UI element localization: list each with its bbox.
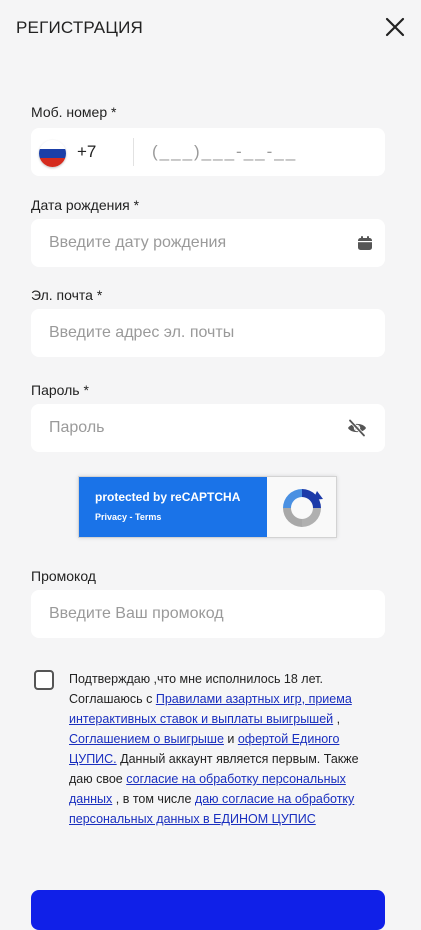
promo-field: [31, 590, 385, 638]
email-label: Эл. почта *: [31, 287, 103, 303]
birthdate-input[interactable]: [49, 219, 339, 267]
russia-flag-icon[interactable]: [39, 140, 66, 167]
promo-label: Промокод: [31, 568, 96, 584]
password-label: Пароль *: [31, 382, 89, 398]
winnings-agreement-link[interactable]: Соглашением о выигрыше: [69, 732, 224, 746]
recaptcha-badge[interactable]: protected by reCAPTCHA Privacy - Terms: [78, 476, 337, 538]
recaptcha-logo-icon: [283, 489, 323, 527]
page-title: РЕГИСТРАЦИЯ: [16, 18, 144, 37]
recaptcha-separator: -: [127, 512, 136, 522]
header: РЕГИСТРАЦИЯ: [0, 0, 421, 54]
calendar-icon[interactable]: [357, 235, 373, 251]
phone-input[interactable]: [152, 128, 372, 176]
submit-button[interactable]: [31, 890, 385, 930]
recaptcha-terms-link[interactable]: Terms: [135, 512, 161, 522]
promo-input[interactable]: [49, 590, 339, 638]
close-icon[interactable]: [384, 16, 406, 38]
birthdate-field: [31, 219, 385, 267]
recaptcha-privacy-link[interactable]: Privacy: [95, 512, 127, 522]
consent-checkbox[interactable]: [34, 670, 54, 690]
phone-field: +7: [31, 128, 385, 176]
recaptcha-protected-text: protected by reCAPTCHA: [95, 490, 241, 504]
recaptcha-links: Privacy - Terms: [95, 512, 161, 522]
phone-label: Моб. номер *: [31, 104, 117, 120]
password-field: [31, 404, 385, 452]
consent-text-2: ,: [333, 712, 341, 726]
consent-text-3: и: [223, 732, 238, 746]
recaptcha-panel: protected by reCAPTCHA Privacy - Terms: [79, 477, 267, 537]
country-code[interactable]: +7: [77, 142, 96, 162]
consent-text-5: , в том числе: [112, 792, 195, 806]
phone-divider: [133, 138, 134, 166]
birthdate-label: Дата рождения *: [31, 197, 140, 213]
email-input[interactable]: [49, 309, 339, 357]
password-input[interactable]: [49, 404, 339, 452]
eye-slash-icon[interactable]: [347, 419, 367, 437]
email-field: [31, 309, 385, 357]
consent-text: Подтверждаю ,что мне исполнилось 18 лет.…: [69, 669, 379, 829]
